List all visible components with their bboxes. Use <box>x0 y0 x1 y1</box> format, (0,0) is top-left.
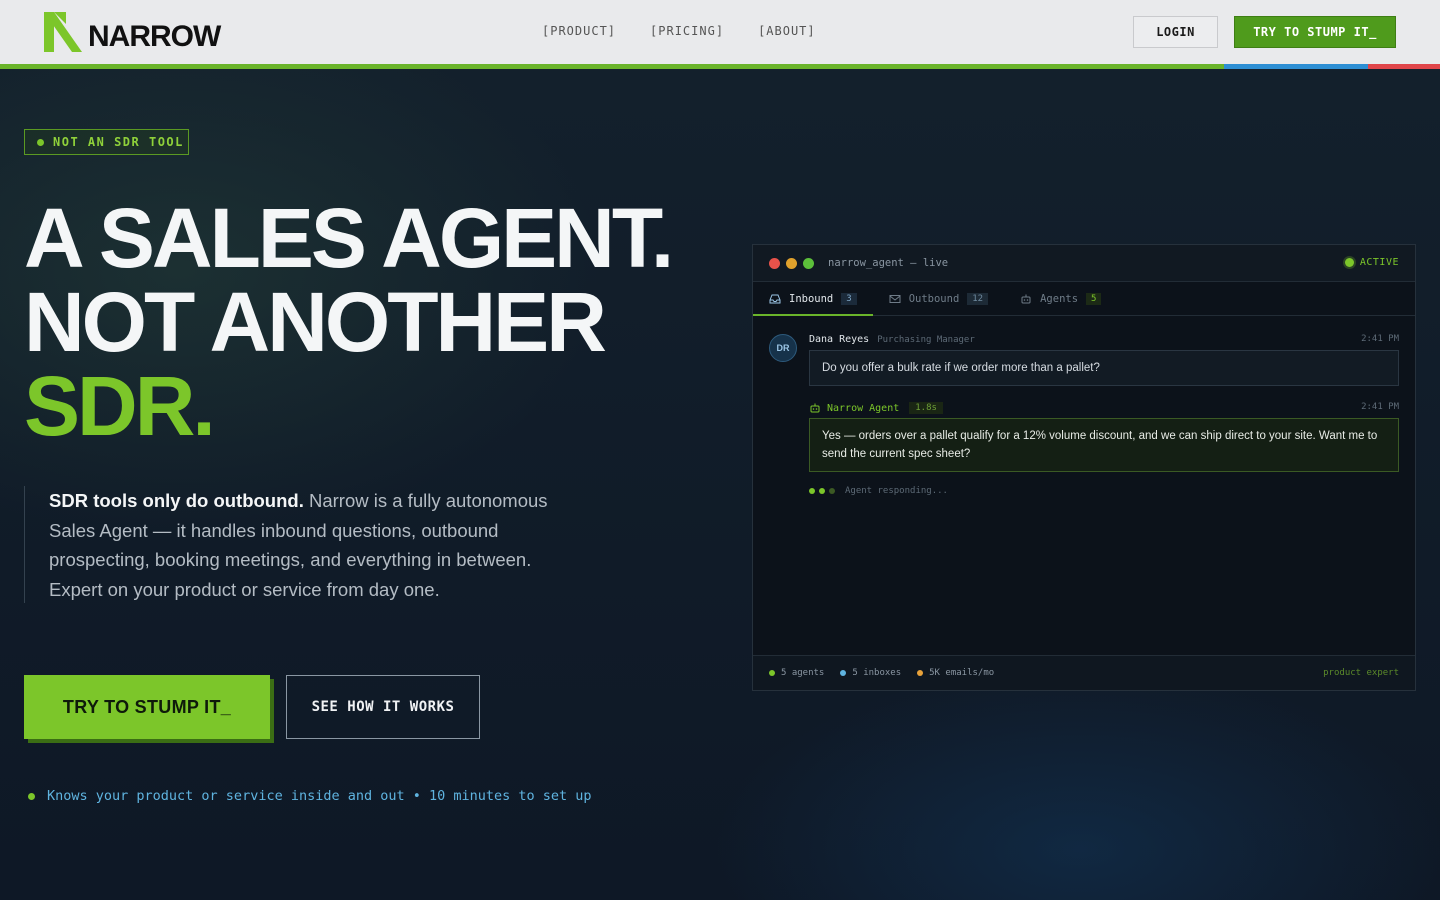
stat-agents: 5 agents <box>769 668 824 678</box>
typing-dot-icon <box>819 488 825 494</box>
latency-badge: 1.8s <box>909 402 943 414</box>
tab-count: 5 <box>1086 292 1102 305</box>
stat-inboxes: 5 inboxes <box>840 668 901 678</box>
hero-lede: SDR tools only do outbound. Narrow is a … <box>24 486 584 603</box>
customer-name: Dana Reyes <box>809 334 870 345</box>
mail-icon <box>889 294 901 303</box>
agent-name: Narrow Agent <box>827 402 900 414</box>
brand-logo[interactable]: NARROW <box>44 12 221 53</box>
hero-headline: A SALES AGENT. NOT ANOTHER SDR. <box>24 196 724 448</box>
console-tabs: Inbound 3 Outbound 12 Agents 5 <box>753 282 1415 316</box>
try-to-stump-button[interactable]: TRY TO STUMP IT_ <box>24 675 270 739</box>
message-timestamp: 2:41 PM <box>1361 402 1399 412</box>
status-label: ACTIVE <box>1359 257 1399 268</box>
header-cta-button[interactable]: TRY TO STUMP IT_ <box>1234 16 1396 48</box>
customer-role: Purchasing Manager <box>877 335 975 345</box>
product-expert-tag: product expert <box>1323 668 1399 678</box>
stat-label: 5K emails/mo <box>929 668 995 678</box>
robot-icon <box>1021 294 1031 303</box>
tab-inbound[interactable]: Inbound 3 <box>753 282 873 316</box>
typing-indicator: Agent responding... <box>809 486 948 496</box>
tab-count: 12 <box>967 292 989 305</box>
badge-label: NOT AN SDR TOOL <box>53 135 184 149</box>
agent-header: Narrow Agent 1.8s <box>809 402 943 414</box>
stat-dot-icon <box>917 670 924 676</box>
tab-label: Outbound <box>908 292 960 305</box>
robot-icon <box>810 403 820 413</box>
avatar: DR <box>769 334 797 362</box>
maximize-dot-icon <box>803 257 814 269</box>
status-badge: ACTIVE <box>1344 257 1399 268</box>
headline-line-1: A SALES AGENT. <box>24 191 674 285</box>
main-nav: [PRODUCT] [PRICING] [ABOUT] <box>542 24 816 38</box>
nav-about[interactable]: [ABOUT] <box>758 24 816 38</box>
message-timestamp: 2:41 PM <box>1361 334 1399 344</box>
narrow-logo-icon <box>44 12 82 52</box>
typing-dot-icon <box>809 488 815 494</box>
status-dot-icon <box>37 138 44 146</box>
login-button[interactable]: LOGIN <box>1133 16 1218 48</box>
console-footer: 5 agents 5 inboxes 5K emails/mo product … <box>753 655 1415 690</box>
active-dot-icon <box>1344 258 1354 267</box>
brand-name: NARROW <box>88 20 221 53</box>
headline-line-2: NOT ANOTHER <box>24 275 607 369</box>
stat-dot-icon <box>769 670 775 676</box>
tab-label: Agents <box>1040 292 1079 305</box>
inbox-icon <box>769 294 781 303</box>
tab-label: Inbound <box>789 292 834 305</box>
lede-bold: SDR tools only do outbound. <box>49 490 304 511</box>
agent-message: Yes — orders over a pallet qualify for a… <box>809 418 1399 472</box>
console-titlebar: narrow_agent — live ACTIVE <box>753 245 1415 282</box>
footnote-dot-icon <box>28 792 35 800</box>
stat-dot-icon <box>840 670 847 676</box>
nav-pricing[interactable]: [PRICING] <box>650 24 724 38</box>
hero-footnote: Knows your product or service inside and… <box>28 788 592 804</box>
close-dot-icon <box>769 257 780 269</box>
hero-badge: NOT AN SDR TOOL <box>24 129 189 155</box>
console-title: narrow_agent — live <box>828 257 949 269</box>
typing-dot-icon <box>829 488 835 494</box>
tab-agents[interactable]: Agents 5 <box>1004 282 1117 315</box>
typing-label: Agent responding... <box>845 486 948 496</box>
headline-line-3: SDR. <box>24 359 216 453</box>
site-header: NARROW [PRODUCT] [PRICING] [ABOUT] LOGIN… <box>0 0 1440 64</box>
tab-outbound[interactable]: Outbound 12 <box>873 282 1004 315</box>
customer-message: Do you offer a bulk rate if we order mor… <box>809 350 1399 386</box>
conversation-thread: DR Dana Reyes Purchasing Manager 2:41 PM… <box>753 316 1415 656</box>
nav-product[interactable]: [PRODUCT] <box>542 24 616 38</box>
stat-label: 5 agents <box>781 668 825 678</box>
stat-label: 5 inboxes <box>852 668 902 678</box>
tab-count: 3 <box>841 292 857 305</box>
minimize-dot-icon <box>786 257 797 269</box>
footnote-text: Knows your product or service inside and… <box>47 788 592 804</box>
stat-emails: 5K emails/mo <box>917 668 994 678</box>
agent-console: narrow_agent — live ACTIVE Inbound 3 Out… <box>752 244 1416 691</box>
see-how-it-works-button[interactable]: SEE HOW IT WORKS <box>286 675 480 739</box>
customer-header: Dana Reyes Purchasing Manager <box>809 334 975 345</box>
